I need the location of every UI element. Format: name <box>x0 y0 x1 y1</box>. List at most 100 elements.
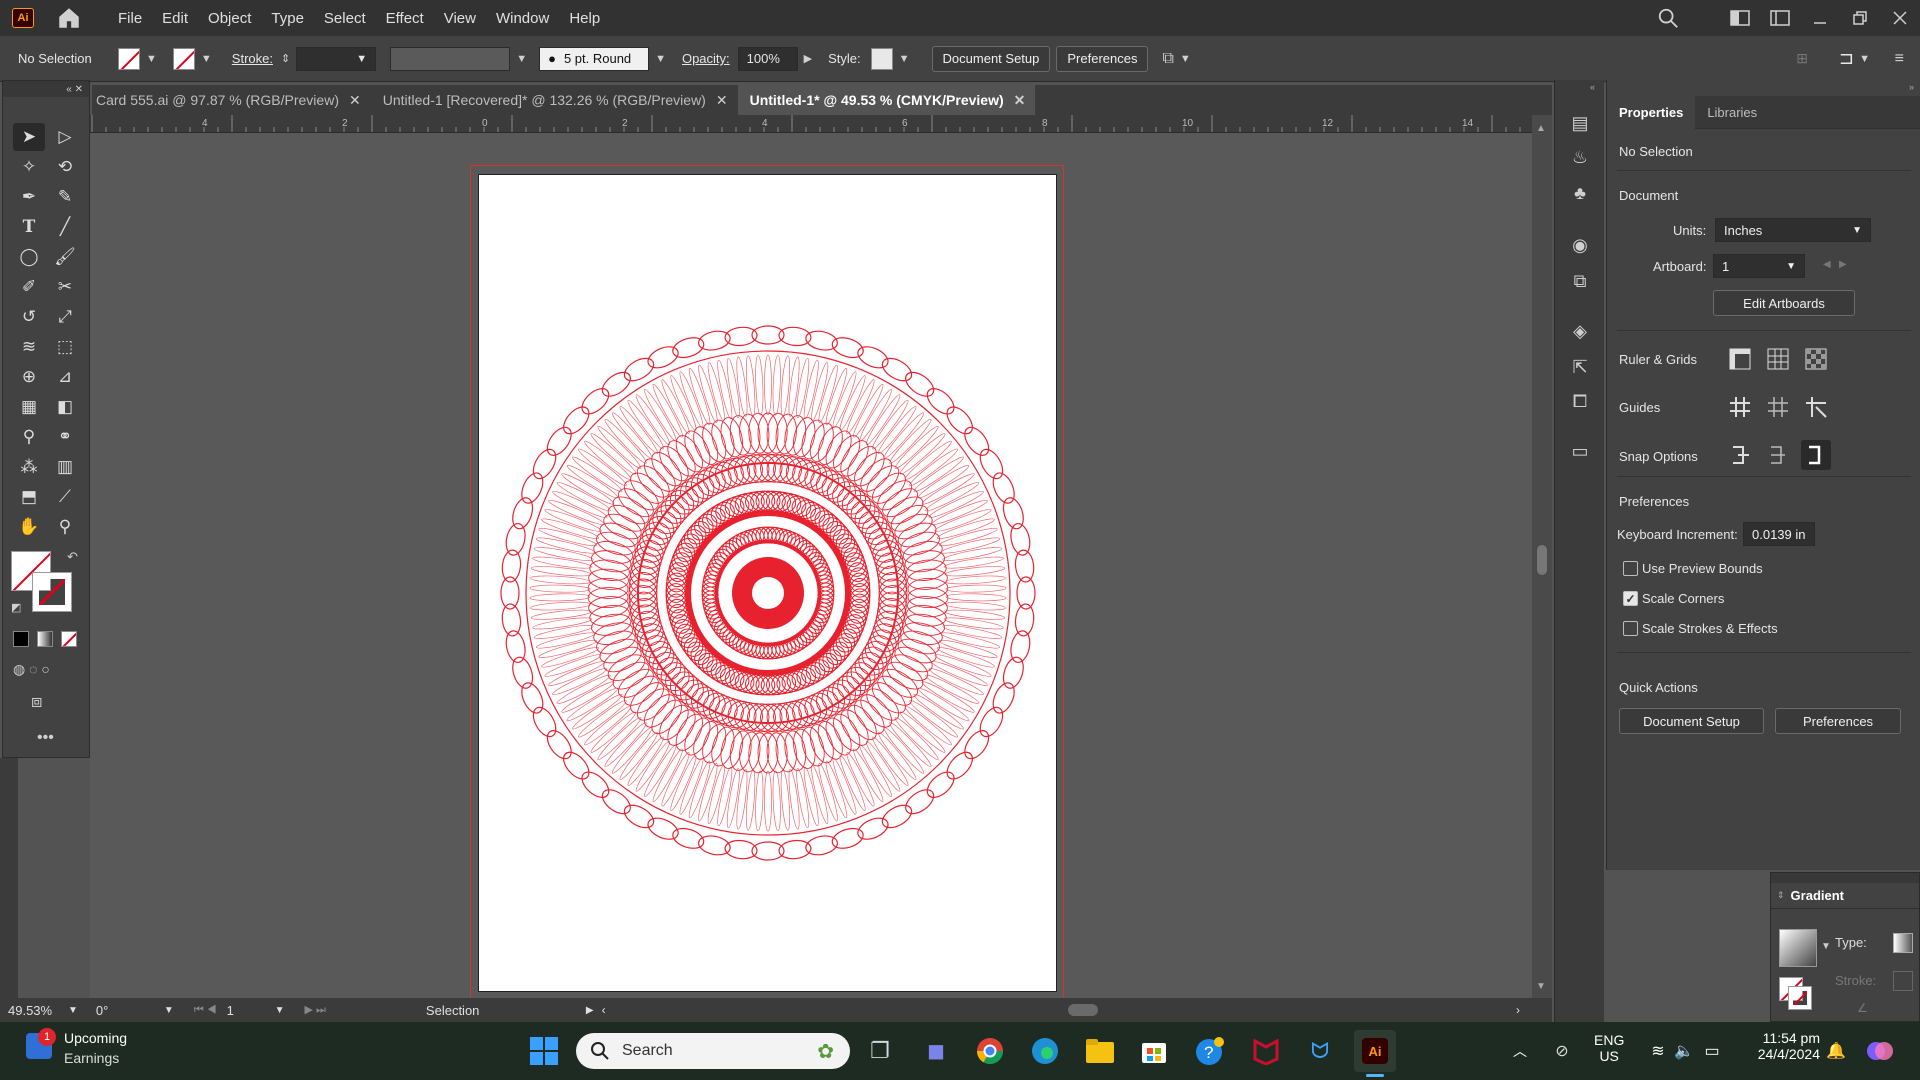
warp-tool-icon[interactable]: ≋ <box>13 333 45 361</box>
symbol-sprayer-tool-icon[interactable]: ⁂ <box>13 453 45 481</box>
menu-file[interactable]: File <box>108 10 152 27</box>
gradient-swatch[interactable] <box>1779 929 1817 967</box>
hand-tool-icon[interactable]: ✋ <box>13 513 45 541</box>
chevron-down-icon[interactable]: ▼ <box>899 53 910 65</box>
paintbrush-tool-icon[interactable]: 🖌 <box>49 243 81 271</box>
taskbar-search[interactable]: Search ✿ <box>576 1033 850 1069</box>
libraries-icon[interactable]: ▤ <box>1564 108 1596 138</box>
ruler-icon[interactable] <box>1725 344 1755 374</box>
show-guides-icon[interactable] <box>1725 392 1755 422</box>
comments-icon[interactable]: ▭ <box>1564 436 1596 466</box>
vertical-ruler[interactable] <box>0 758 18 998</box>
fill-swatch[interactable] <box>118 47 140 70</box>
arrange-documents-icon[interactable]: ⧉ <box>1162 50 1173 68</box>
close-icon[interactable]: ✕ <box>716 92 728 109</box>
chevron-up-icon[interactable]: ︿ <box>1502 1033 1538 1069</box>
artboard-first-icon[interactable]: ⏮ ◀ <box>194 1004 217 1017</box>
snap-to-grid-icon[interactable] <box>1763 440 1793 470</box>
free-transform-tool-icon[interactable]: ⬚ <box>49 333 81 361</box>
chevron-down-icon[interactable]: ▼ <box>275 1005 285 1016</box>
chrome-icon[interactable] <box>972 1033 1008 1069</box>
draw-normal-icon[interactable]: ◍ ◌ ○ <box>13 661 50 678</box>
network-off-icon[interactable]: ⊘ <box>1544 1033 1580 1069</box>
menu-help[interactable]: Help <box>559 10 610 27</box>
stroke-swatch[interactable] <box>172 47 195 70</box>
snap-icon[interactable]: ⊐ <box>1839 48 1854 69</box>
document-setup-button[interactable]: Document Setup <box>1619 708 1764 734</box>
artboards-icon[interactable]: ⧠ <box>1564 386 1596 416</box>
menu-view[interactable]: View <box>434 10 486 27</box>
eyedropper-tool-icon[interactable]: ⚲ <box>13 423 45 451</box>
symbols-icon[interactable]: ♣ <box>1564 178 1596 208</box>
collapse-icon[interactable]: » <box>1909 82 1914 92</box>
artboard-number[interactable]: 1 <box>227 1003 275 1018</box>
export-icon[interactable]: ⇱ <box>1564 352 1596 382</box>
rotate-tool-icon[interactable]: ↺ <box>13 303 45 331</box>
stroke-stepper-icon[interactable]: ⇕ <box>281 52 290 65</box>
units-select[interactable]: Inches ▼ <box>1715 218 1871 242</box>
edit-artboards-button[interactable]: Edit Artboards <box>1713 290 1855 316</box>
lock-guides-icon[interactable] <box>1763 392 1793 422</box>
app-icon[interactable]: ᗢ <box>1302 1033 1338 1069</box>
chevron-down-icon[interactable]: ▼ <box>68 1005 78 1016</box>
direct-selection-tool-icon[interactable]: ▷ <box>49 123 81 151</box>
chevron-down-icon[interactable]: ▼ <box>516 53 527 65</box>
stroke-label[interactable]: Stroke: <box>232 51 273 66</box>
stroke-weight-input[interactable]: ▼ <box>296 46 377 71</box>
edge-icon[interactable] <box>1027 1033 1063 1069</box>
spirograph-artwork[interactable] <box>479 175 1058 993</box>
teams-icon[interactable]: ◼ <box>918 1033 954 1069</box>
mesh-tool-icon[interactable]: ▦ <box>13 393 45 421</box>
scroll-right-icon[interactable]: › <box>1516 1003 1520 1017</box>
language-indicator[interactable]: ENG US <box>1594 1032 1624 1064</box>
menu-edit[interactable]: Edit <box>152 10 198 27</box>
linear-gradient-icon[interactable] <box>1893 933 1913 953</box>
stroke-none-swatch[interactable] <box>1788 986 1812 1010</box>
angle-icon[interactable]: ∠ <box>1857 1001 1868 1015</box>
shape-builder-tool-icon[interactable]: ⊕ <box>13 363 45 391</box>
chevron-down-icon[interactable]: ▼ <box>201 53 212 65</box>
chevron-down-icon[interactable]: ▼ <box>164 1005 174 1016</box>
copilot-icon[interactable] <box>1862 1033 1898 1069</box>
perspective-grid-tool-icon[interactable]: ⊿ <box>49 363 81 391</box>
tab-card-555[interactable]: Card 555.ai @ 97.87 % (RGB/Preview) ✕ <box>92 85 371 115</box>
clock[interactable]: 11:54 pm 24/4/2024 <box>1746 1030 1820 1062</box>
home-icon[interactable] <box>56 5 82 31</box>
chevron-down-icon[interactable]: ▼ <box>1859 53 1870 65</box>
brush-definition[interactable]: ● 5 pt. Round <box>539 46 650 71</box>
magic-wand-tool-icon[interactable]: ✧ <box>13 153 45 181</box>
checkbox-box[interactable] <box>1623 621 1638 636</box>
gradient-tool-icon[interactable]: ◧ <box>49 393 81 421</box>
preferences-button[interactable]: Preferences <box>1775 708 1901 734</box>
hscroll-thumb[interactable] <box>1068 1004 1098 1016</box>
transparency-grid-icon[interactable] <box>1801 344 1831 374</box>
use-preview-bounds-checkbox[interactable]: Use Preview Bounds <box>1623 561 1763 576</box>
brushes-icon[interactable]: ♨ <box>1564 142 1596 172</box>
checkbox-box[interactable]: ✓ <box>1623 591 1638 606</box>
menu-select[interactable]: Select <box>314 10 376 27</box>
tab-properties[interactable]: Properties <box>1607 95 1696 129</box>
collapse-icon[interactable]: ⇕ <box>1777 890 1785 901</box>
arrange-icon[interactable] <box>1760 0 1800 36</box>
artboard-last-icon[interactable]: ▶ ⏭ <box>305 1003 326 1017</box>
widget-subtitle[interactable]: Earnings <box>64 1050 119 1066</box>
ellipse-tool-icon[interactable]: ◯ <box>13 243 45 271</box>
artboard-prev-next-icon[interactable]: ◀ ▶ <box>1823 259 1847 270</box>
zoom-tool-icon[interactable]: ⚲ <box>49 513 81 541</box>
smart-guides-icon[interactable] <box>1801 392 1831 422</box>
graph-tool-icon[interactable]: ▥ <box>49 453 81 481</box>
scale-strokes-checkbox[interactable]: Scale Strokes & Effects <box>1623 621 1778 636</box>
menu-window[interactable]: Window <box>486 10 559 27</box>
artboard-tool-icon[interactable]: ⬒ <box>13 483 45 511</box>
selection-tool-icon[interactable]: ➤ <box>13 123 45 151</box>
chevron-down-icon[interactable]: ▼ <box>655 53 666 65</box>
search-icon[interactable] <box>1648 0 1688 36</box>
chevron-down-icon[interactable]: ▼ <box>1180 53 1191 65</box>
artboard[interactable] <box>478 174 1057 992</box>
artboard-select[interactable]: 1 ▼ <box>1713 254 1805 278</box>
keyboard-increment-input[interactable]: 0.0139 in <box>1743 522 1815 546</box>
stroke-color-swatch[interactable] <box>32 572 72 612</box>
none-mode-icon[interactable] <box>61 631 77 647</box>
windows-start-icon[interactable] <box>526 1033 562 1069</box>
preferences-button[interactable]: Preferences <box>1056 45 1149 72</box>
